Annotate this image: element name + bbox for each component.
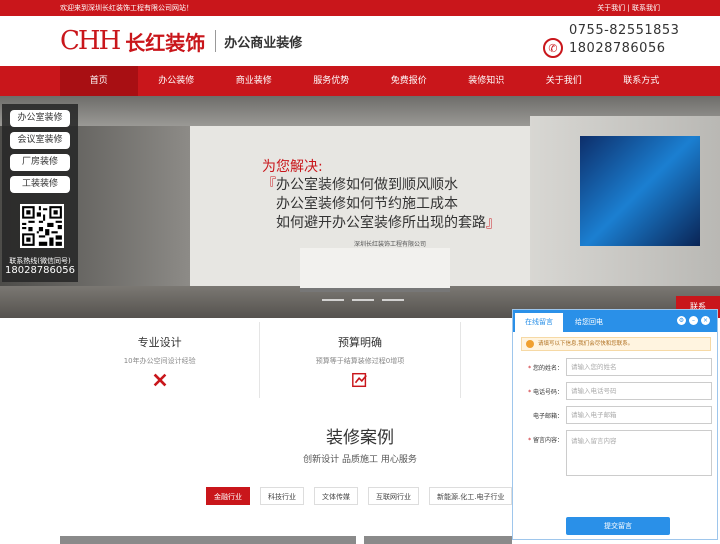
tab-leave-message[interactable]: 在线留言 xyxy=(515,313,563,332)
logo[interactable]: CHH 长红装饰 办公商业装修 xyxy=(60,26,302,56)
banner-line-1: 『办公室装修如何做到顺风顺水 xyxy=(262,177,458,193)
message-label: * 留言内容： xyxy=(528,437,563,444)
close-icon[interactable]: × xyxy=(701,316,710,325)
logo-divider xyxy=(215,30,217,52)
top-link-separator: | xyxy=(625,4,632,12)
feature-item: 预算明确 预算等于结算装修过程0增项 xyxy=(260,322,461,398)
banner-line-3: 如何避开办公室装修所出现的套路』 xyxy=(276,215,500,231)
tab-technology[interactable]: 科技行业 xyxy=(260,487,304,505)
feature-title: 预算明确 xyxy=(337,336,382,349)
case-thumbnail[interactable] xyxy=(364,536,512,544)
nav-item-office[interactable]: 办公装修 xyxy=(138,66,216,96)
form-row-phone: * 电话号码： xyxy=(513,382,717,402)
submit-button[interactable]: 提交留言 xyxy=(566,517,670,535)
tab-media[interactable]: 文体传媒 xyxy=(314,487,358,505)
sidebar-fitout-button[interactable]: 工装装修 xyxy=(10,176,70,193)
nav-item-home[interactable]: 首页 xyxy=(60,66,138,96)
floating-sidebar: 办公室装修 会议室装修 厂房装修 工装装修 联系热线(微信同号) 1802878… xyxy=(2,104,78,282)
about-link[interactable]: 关于我们 xyxy=(597,4,625,12)
phone-icon: ✆ xyxy=(543,38,563,58)
feature-desc: 预算等于结算装修过程0增项 xyxy=(315,357,405,365)
tab-callback[interactable]: 给您回电 xyxy=(565,313,613,332)
name-label: * 您的姓名： xyxy=(528,365,563,372)
chat-notice: 请填写以下信息,我们会尽快和您联系。 xyxy=(521,337,711,351)
nav-item-knowledge[interactable]: 装修知识 xyxy=(448,66,526,96)
logo-latin: CHH xyxy=(60,26,121,56)
top-links: 关于我们 | 联系我们 xyxy=(597,0,660,16)
header: CHH 长红装饰 办公商业装修 ✆ 0755-82551853 18028786… xyxy=(0,16,720,66)
form-row-message: * 留言内容： xyxy=(513,430,717,476)
feature-desc: 10年办公空间设计经验 xyxy=(123,357,196,365)
nav-item-commercial[interactable]: 商业装修 xyxy=(215,66,293,96)
email-label: 电子邮箱： xyxy=(532,413,563,420)
info-icon xyxy=(526,340,534,348)
nav-item-contact[interactable]: 联系方式 xyxy=(603,66,681,96)
sidebar-office-button[interactable]: 办公室装修 xyxy=(10,110,70,127)
banner-company: 深圳长红装饰工程有限公司 xyxy=(354,241,427,248)
phone-input[interactable] xyxy=(566,382,712,400)
feature-item: 专业设计 10年办公空间设计经验 xyxy=(60,322,261,398)
budget-icon xyxy=(352,372,367,388)
banner-line-2: 办公室装修如何节约施工成本 xyxy=(276,196,458,212)
name-input[interactable] xyxy=(566,358,712,376)
qr-code-icon xyxy=(20,204,64,248)
form-row-email: 电子邮箱： xyxy=(513,406,717,426)
hero-banner[interactable]: 为您解决: 『办公室装修如何做到顺风顺水 办公室装修如何节约施工成本 如何避开办… xyxy=(0,96,720,318)
phone-number-2: 18028786056 xyxy=(569,41,666,56)
form-row-name: * 您的姓名： xyxy=(513,358,717,378)
sidebar-meeting-room-button[interactable]: 会议室装修 xyxy=(10,132,70,149)
phone-number-1: 0755-82551853 xyxy=(569,23,680,38)
logo-slogan: 办公商业装修 xyxy=(224,35,303,51)
email-input[interactable] xyxy=(566,406,712,424)
message-input[interactable] xyxy=(566,430,712,476)
nav-item-about[interactable]: 关于我们 xyxy=(525,66,603,96)
case-category-tabs: 金融行业 科技行业 文体传媒 互联网行业 新能源.化工.电子行业 xyxy=(206,487,513,505)
contact-link[interactable]: 联系我们 xyxy=(632,4,660,12)
feature-title: 专业设计 xyxy=(137,336,182,349)
banner-dot[interactable] xyxy=(352,299,374,301)
chat-header: 在线留言 给您回电 ⚙ – × xyxy=(513,310,717,332)
banner-text: 为您解决: 『办公室装修如何做到顺风顺水 办公室装修如何节约施工成本 如何避开办… xyxy=(262,156,500,248)
nav-item-advantages[interactable]: 服务优势 xyxy=(293,66,371,96)
tab-finance[interactable]: 金融行业 xyxy=(206,487,250,505)
chat-widget: 在线留言 给您回电 ⚙ – × 请填写以下信息,我们会尽快和您联系。 * 您的姓… xyxy=(512,309,718,540)
settings-icon[interactable]: ⚙ xyxy=(677,316,686,325)
sidebar-factory-button[interactable]: 厂房装修 xyxy=(10,154,70,171)
tab-internet[interactable]: 互联网行业 xyxy=(368,487,419,505)
minimize-icon[interactable]: – xyxy=(689,316,698,325)
pencil-ruler-icon xyxy=(153,373,167,387)
banner-dot[interactable] xyxy=(382,299,404,301)
logo-chinese: 长红装饰 xyxy=(125,30,206,55)
banner-pagination xyxy=(322,299,404,301)
tab-energy-chemical[interactable]: 新能源.化工.电子行业 xyxy=(429,487,513,505)
banner-reception-desk xyxy=(300,248,450,292)
banner-display-screen xyxy=(580,136,700,246)
banner-heading: 为您解决: xyxy=(262,159,323,175)
top-bar: 欢迎来到深圳长红装饰工程有限公司网站！ 关于我们 | 联系我们 xyxy=(0,0,720,16)
nav-item-quote[interactable]: 免费报价 xyxy=(370,66,448,96)
hotline-number: 18028786056 xyxy=(5,265,75,276)
phone-label: * 电话号码： xyxy=(528,389,563,396)
banner-dot[interactable] xyxy=(322,299,344,301)
case-thumbnail[interactable] xyxy=(60,536,356,544)
main-nav: 首页 办公装修 商业装修 服务优势 免费报价 装修知识 关于我们 联系方式 xyxy=(0,66,720,96)
welcome-text: 欢迎来到深圳长红装饰工程有限公司网站！ xyxy=(60,4,193,12)
